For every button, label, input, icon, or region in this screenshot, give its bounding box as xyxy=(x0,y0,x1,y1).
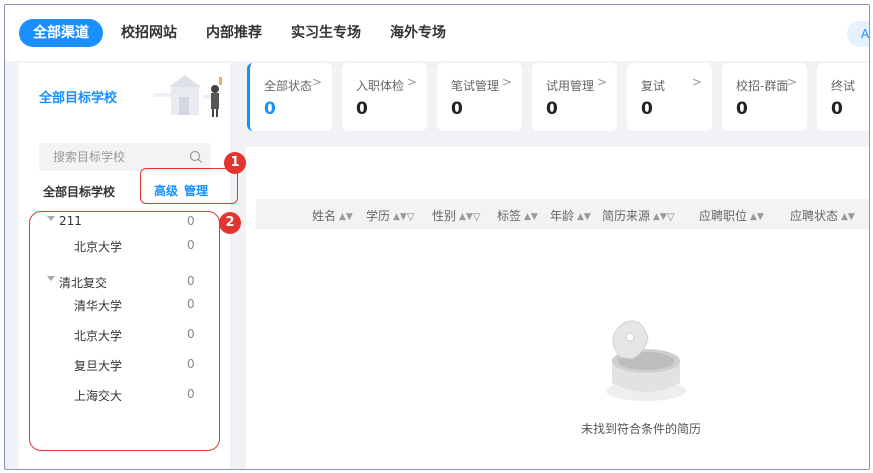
column-header[interactable]: 性别 ▲▼▽ xyxy=(432,207,481,224)
filter-icon: ▽ xyxy=(406,212,415,223)
search-icon[interactable] xyxy=(189,150,203,164)
sort-icon: ▲▼ xyxy=(653,212,667,222)
status-count: 0 xyxy=(356,99,368,119)
chevron-right-icon: > xyxy=(501,75,512,89)
filter-icon: ▽ xyxy=(666,212,675,223)
sort-icon: ▲▼ xyxy=(577,212,591,222)
filter-icon: ▽ xyxy=(472,212,481,223)
school-illustration-icon xyxy=(149,71,225,123)
status-label: 入职体检 xyxy=(356,79,405,93)
status-label: 终试 xyxy=(831,79,856,93)
status-card[interactable]: 校招-群面 > 0 xyxy=(722,63,807,131)
school-search xyxy=(39,143,211,171)
status-card[interactable]: 终试 0 xyxy=(817,63,869,131)
status-card[interactable]: 复试 > 0 xyxy=(627,63,712,131)
annotation-badge-2: 2 xyxy=(219,212,241,234)
status-label: 复试 xyxy=(641,79,666,93)
status-card[interactable]: 入职体检 > 0 xyxy=(342,63,427,131)
status-label: 全部状态 xyxy=(264,79,313,93)
status-label: 校招-群面 xyxy=(736,79,789,93)
column-header[interactable]: 应聘职位 ▲▼ xyxy=(699,207,764,224)
channel-tabs: 全部渠道 校招网站 内部推荐 实习生专场 海外专场 A xyxy=(5,5,869,61)
tab-all-channels[interactable]: 全部渠道 xyxy=(19,19,103,47)
tab-internal-referral[interactable]: 内部推荐 xyxy=(206,19,262,47)
status-count: 0 xyxy=(451,99,463,119)
sort-icon: ▲▼ xyxy=(339,212,353,222)
status-count: 0 xyxy=(736,99,748,119)
sort-icon: ▲▼ xyxy=(750,212,764,222)
school-search-input[interactable] xyxy=(39,143,179,171)
status-card[interactable]: 笔试管理 > 0 xyxy=(437,63,522,131)
sidebar-title: 全部目标学校 xyxy=(39,91,118,106)
empty-message: 未找到符合条件的简历 xyxy=(581,422,702,436)
avatar[interactable]: A xyxy=(847,21,869,47)
status-count: 0 xyxy=(546,99,558,119)
column-header[interactable]: 学历 ▲▼▽ xyxy=(366,207,415,224)
status-label: 笔试管理 xyxy=(451,79,500,93)
sort-icon: ▲▼ xyxy=(524,212,538,222)
tab-intern[interactable]: 实习生专场 xyxy=(291,19,361,47)
annotation-highlight-1 xyxy=(140,168,238,204)
resume-table: 姓名 ▲▼ 学历 ▲▼▽ 性别 ▲▼▽ 标签 ▲▼ 年龄 ▲▼ 简历来源 ▲▼▽ 应聘职位 ▲… xyxy=(246,147,869,469)
status-count: 0 xyxy=(831,99,843,119)
status-cards: 全部状态 > 0 入职体检 > 0 笔试管理 > 0 试用管理 > 0 复试 >… xyxy=(247,63,869,133)
chevron-right-icon: > xyxy=(786,75,797,89)
tab-overseas[interactable]: 海外专场 xyxy=(390,19,446,47)
chevron-right-icon: > xyxy=(691,75,702,89)
sort-icon: ▲▼ xyxy=(393,212,407,222)
chevron-right-icon: > xyxy=(596,75,607,89)
column-header[interactable]: 年龄 ▲▼ xyxy=(550,207,591,224)
sort-icon: ▲▼ xyxy=(459,212,473,222)
status-card[interactable]: 试用管理 > 0 xyxy=(532,63,617,131)
annotation-badge-1: 1 xyxy=(224,152,246,174)
status-label: 试用管理 xyxy=(546,79,595,93)
table-header: 姓名 ▲▼ 学历 ▲▼▽ 性别 ▲▼▽ 标签 ▲▼ 年龄 ▲▼ 简历来源 ▲▼▽ 应聘职位 ▲… xyxy=(256,199,869,229)
app-window: 全部渠道 校招网站 内部推荐 实习生专场 海外专场 A 全部目标学校 搜索目标学… xyxy=(4,4,870,470)
column-header[interactable]: 应聘状态 ▲▼ xyxy=(790,207,855,224)
sort-icon: ▲▼ xyxy=(841,212,855,222)
column-header[interactable]: 标签 ▲▼ xyxy=(497,207,538,224)
status-count: 0 xyxy=(264,99,276,119)
column-header[interactable]: 简历来源 ▲▼▽ xyxy=(602,207,675,224)
chevron-right-icon: > xyxy=(311,75,322,89)
status-card[interactable]: 全部状态 > 0 xyxy=(247,63,332,131)
all-target-schools[interactable]: 全部目标学校 xyxy=(43,183,115,200)
empty-can-icon xyxy=(606,320,686,401)
column-header[interactable]: 姓名 ▲▼ xyxy=(312,207,353,224)
annotation-highlight-2 xyxy=(29,211,220,451)
status-count: 0 xyxy=(641,99,653,119)
chevron-right-icon: > xyxy=(406,75,417,89)
tab-campus-sites[interactable]: 校招网站 xyxy=(121,19,177,47)
